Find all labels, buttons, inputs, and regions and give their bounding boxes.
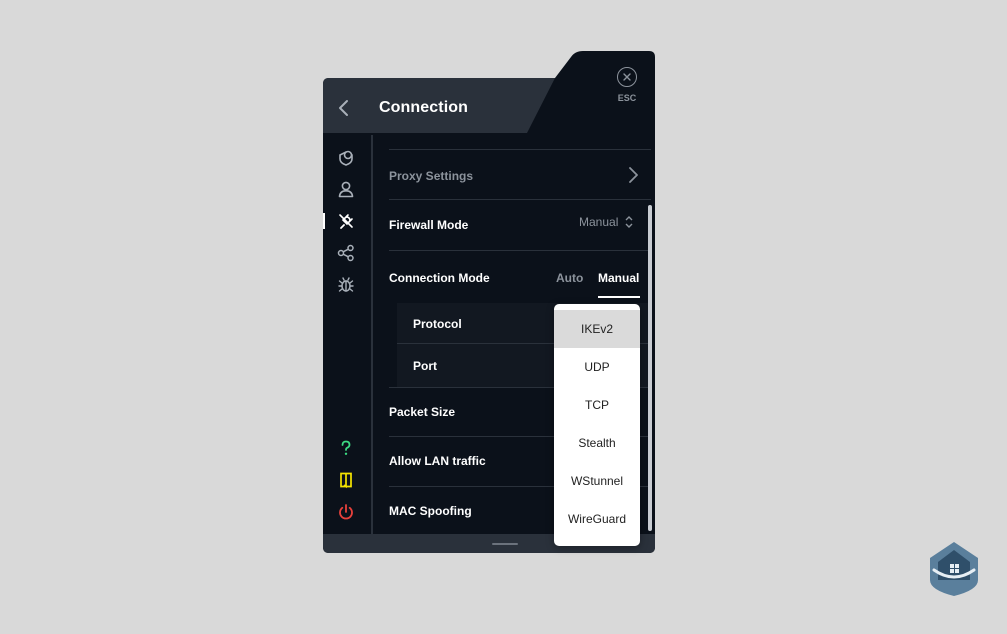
plug-icon <box>339 214 353 229</box>
firewall-mode-select[interactable]: Manual <box>579 215 634 229</box>
share-icon <box>337 244 354 262</box>
scrollbar-thumb[interactable] <box>648 205 652 531</box>
connection-mode-auto[interactable]: Auto <box>556 271 583 285</box>
protocol-label: Protocol <box>413 317 462 331</box>
firewall-mode-label: Firewall Mode <box>389 218 469 232</box>
connection-mode-underline <box>598 296 640 298</box>
back-button[interactable] <box>329 93 359 123</box>
book-icon <box>340 472 352 489</box>
firewall-mode-row: Firewall Mode Manual <box>373 201 651 249</box>
protocol-option-udp[interactable]: UDP <box>554 348 640 386</box>
proxy-settings-label: Proxy Settings <box>389 169 474 183</box>
power-icon <box>339 504 353 520</box>
sidebar-item-quit[interactable] <box>335 501 357 523</box>
user-icon <box>338 181 354 198</box>
packet-size-label: Packet Size <box>389 405 456 419</box>
connection-mode-manual[interactable]: Manual <box>598 271 639 285</box>
chevron-right-icon <box>629 167 638 183</box>
page-title: Connection <box>379 99 468 116</box>
protocol-dropdown[interactable]: IKEv2 UDP TCP Stealth WStunnel WireGuard <box>554 304 640 546</box>
protocol-option-stealth[interactable]: Stealth <box>554 424 640 462</box>
house-shield-logo-icon <box>930 542 978 596</box>
sidebar-item-debug[interactable] <box>335 274 357 296</box>
scrollbar[interactable] <box>648 135 652 531</box>
close-icon <box>617 67 637 87</box>
proxy-settings-row[interactable]: Proxy Settings <box>373 151 651 199</box>
shield-stack-icon <box>339 150 353 166</box>
divider <box>389 149 651 150</box>
esc-button[interactable]: ESC <box>609 67 645 111</box>
protocol-option-wireguard[interactable]: WireGuard <box>554 500 640 538</box>
sidebar-active-indicator <box>323 213 325 229</box>
bug-icon <box>338 277 354 292</box>
allow-lan-label: Allow LAN traffic <box>389 454 486 468</box>
sidebar-item-help[interactable] <box>335 437 357 459</box>
connection-mode-row: Connection Mode Auto Manual <box>373 252 651 302</box>
esc-label: ESC <box>617 93 637 103</box>
port-label: Port <box>413 359 437 373</box>
chevron-down-icon <box>625 135 635 137</box>
sidebar-item-account[interactable] <box>335 178 357 200</box>
question-icon <box>341 440 351 455</box>
drag-handle[interactable] <box>492 543 518 545</box>
protocol-option-tcp[interactable]: TCP <box>554 386 640 424</box>
protocol-option-ikev2[interactable]: IKEv2 <box>554 310 640 348</box>
connection-mode-label: Connection Mode <box>389 271 490 285</box>
chevron-left-icon <box>339 100 348 116</box>
mac-spoofing-label: MAC Spoofing <box>389 504 472 518</box>
up-down-arrows-icon <box>625 216 633 228</box>
sidebar-item-connection[interactable] <box>335 210 357 232</box>
sidebar-item-locations[interactable] <box>335 147 357 169</box>
sidebar-item-news[interactable] <box>335 469 357 491</box>
firewall-mode-value: Manual <box>579 215 619 229</box>
divider <box>389 250 651 251</box>
sidebar-item-share[interactable] <box>335 242 357 264</box>
protocol-option-wstunnel[interactable]: WStunnel <box>554 462 640 500</box>
divider <box>389 199 651 200</box>
